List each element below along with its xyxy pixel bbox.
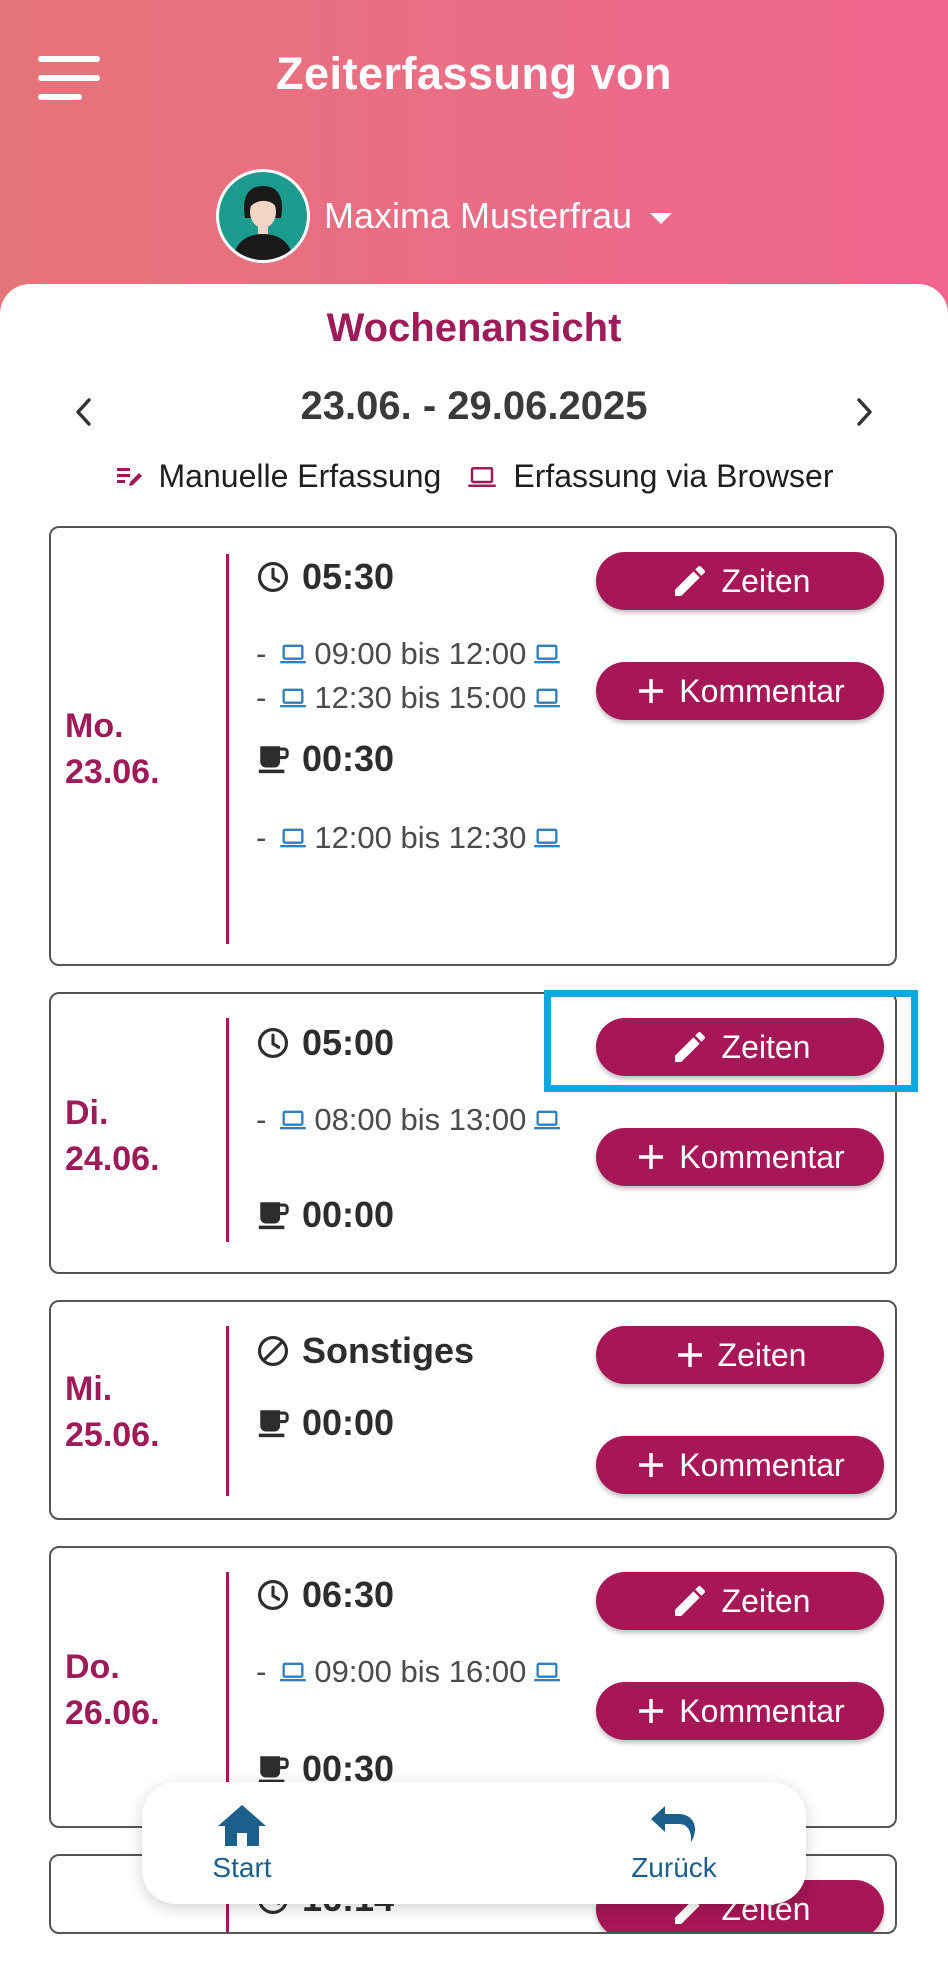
date: 23.06. [65, 753, 160, 791]
legend: Manuelle Erfassung Erfassung via Browser [0, 458, 948, 495]
divider [226, 1018, 229, 1242]
bottom-navigation: Start Zurück [142, 1782, 806, 1904]
laptop-icon [532, 640, 562, 668]
manual-entry-icon [116, 467, 142, 486]
edit-times-button[interactable]: Zeiten [596, 1572, 884, 1630]
work-total: 05:30 [256, 556, 394, 598]
week-view-title: Wochenansicht [326, 306, 622, 350]
user-name: Maxima Musterfrau [324, 195, 633, 236]
weekday: Mo. [65, 707, 124, 745]
laptop-icon [532, 1106, 562, 1134]
plus-icon [674, 1339, 706, 1371]
coffee-icon [256, 1752, 290, 1786]
pencil-icon [670, 1581, 710, 1621]
weekday: Di. [65, 1094, 109, 1132]
highlight-box [544, 990, 918, 1092]
laptop-icon [278, 1658, 308, 1686]
time-segment: - 12:30 bis 15:00 [256, 680, 568, 716]
clock-icon [256, 560, 290, 594]
add-times-button[interactable]: Zeiten [596, 1326, 884, 1384]
break-segment: - 12:00 bis 12:30 [256, 820, 568, 856]
plus-icon [635, 1141, 667, 1173]
page-title: Zeiterfassung von [275, 48, 673, 99]
status-other: Sonstiges [256, 1330, 474, 1372]
laptop-icon [532, 1658, 562, 1686]
break-total: 00:00 [256, 1194, 394, 1236]
laptop-icon [278, 824, 308, 852]
add-comment-button[interactable]: Kommentar [596, 1682, 884, 1740]
clock-icon [256, 1026, 290, 1060]
plus-icon [635, 1695, 667, 1727]
divider [226, 554, 229, 944]
chevron-down-icon [650, 212, 673, 224]
legend-browser: Erfassung via Browser [465, 458, 833, 495]
nav-start-label: Start [212, 1852, 272, 1883]
undo-icon [651, 1806, 695, 1842]
legend-browser-label: Erfassung via Browser [513, 458, 834, 494]
day-label: Mo. 23.06. [65, 703, 160, 795]
divider [226, 1572, 229, 1812]
time-segment: - 09:00 bis 12:00 [256, 636, 568, 672]
coffee-icon [256, 1198, 290, 1232]
time-segment: - 08:00 bis 13:00 [256, 1102, 568, 1138]
day-card-monday: Mo. 23.06. 05:30 - 09:00 bis 12:00 - 12:… [49, 526, 897, 966]
date: 25.06. [65, 1416, 160, 1454]
day-label: Do. 26.06. [65, 1644, 160, 1736]
chevron-right-icon[interactable] [844, 392, 884, 432]
date: 24.06. [65, 1140, 160, 1178]
laptop-icon [465, 462, 499, 492]
work-total: 06:30 [256, 1574, 394, 1616]
add-comment-button[interactable]: Kommentar [596, 662, 884, 720]
legend-manual: Manuelle Erfassung [115, 458, 442, 495]
nav-start[interactable]: Start [142, 1802, 342, 1884]
nav-back-label: Zurück [631, 1852, 717, 1883]
weekday: Mi. [65, 1370, 113, 1408]
block-icon [256, 1334, 290, 1368]
app-header: Zeiterfassung von Maxima Musterfrau [0, 0, 948, 330]
plus-icon [635, 1449, 667, 1481]
laptop-icon [278, 1106, 308, 1134]
clock-icon [256, 1578, 290, 1612]
break-total: 00:00 [256, 1402, 394, 1444]
plus-icon [635, 675, 667, 707]
divider [226, 1326, 229, 1496]
pencil-icon [670, 561, 710, 601]
laptop-icon [532, 824, 562, 852]
laptop-icon [532, 684, 562, 712]
work-total: 05:00 [256, 1022, 394, 1064]
add-comment-button[interactable]: Kommentar [596, 1128, 884, 1186]
avatar [216, 169, 310, 263]
laptop-icon [278, 684, 308, 712]
legend-manual-label: Manuelle Erfassung [158, 458, 442, 494]
day-label: Di. 24.06. [65, 1090, 160, 1182]
date: 26.06. [65, 1694, 160, 1732]
date-range: 23.06. - 29.06.2025 [300, 384, 648, 428]
break-total: 00:30 [256, 738, 394, 780]
nav-back[interactable]: Zurück [574, 1802, 774, 1884]
chevron-left-icon[interactable] [64, 392, 104, 432]
edit-times-button[interactable]: Zeiten [596, 552, 884, 610]
day-card-wednesday: Mi. 25.06. Sonstiges 00:00 Zeiten Kommen… [49, 1300, 897, 1520]
time-segment: - 09:00 bis 16:00 [256, 1654, 568, 1690]
weekday: Do. [65, 1648, 120, 1686]
laptop-icon [278, 640, 308, 668]
user-selector[interactable]: Maxima Musterfrau [216, 166, 673, 266]
coffee-icon [256, 742, 290, 776]
coffee-icon [256, 1406, 290, 1440]
add-comment-button[interactable]: Kommentar [596, 1436, 884, 1494]
home-icon [218, 1805, 266, 1846]
day-label: Mi. 25.06. [65, 1366, 160, 1458]
